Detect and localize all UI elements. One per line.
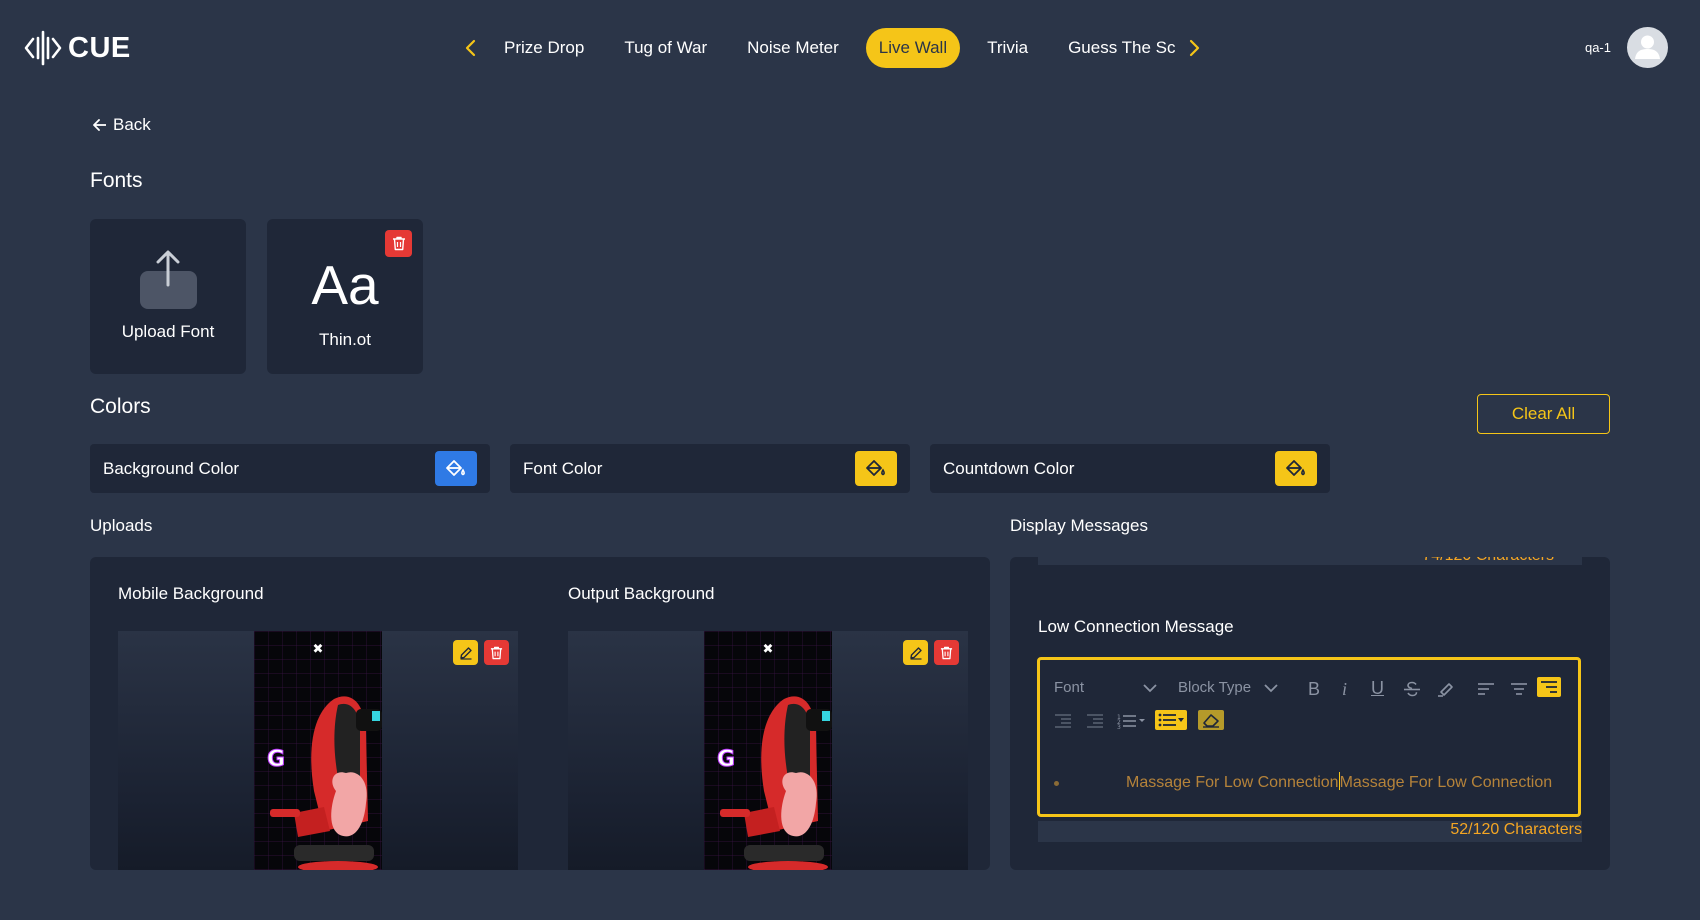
strikethrough-icon[interactable] bbox=[1403, 681, 1421, 697]
svg-text:✖: ✖ bbox=[313, 642, 324, 657]
nav-next-button[interactable] bbox=[1181, 35, 1207, 61]
paint-bucket-icon bbox=[866, 459, 885, 476]
trash-icon bbox=[490, 646, 503, 659]
tab-guess-the-sc[interactable]: Guess The Sc bbox=[1055, 28, 1181, 68]
align-right-icon bbox=[1541, 681, 1557, 693]
color-row-background: Background Color bbox=[90, 444, 490, 493]
background-image: ✖ G bbox=[254, 631, 382, 870]
outdent-icon[interactable] bbox=[1086, 714, 1104, 728]
output-background-label: Output Background bbox=[568, 584, 715, 603]
mobile-background-label: Mobile Background bbox=[118, 584, 264, 603]
svg-text:G: G bbox=[717, 747, 735, 772]
low-connection-message-text[interactable]: Massage For Low ConnectionMassage For Lo… bbox=[1126, 772, 1553, 792]
logo-text: CUE bbox=[68, 31, 131, 64]
tab-noise-meter[interactable]: Noise Meter bbox=[734, 28, 852, 68]
clear-all-button[interactable]: Clear All bbox=[1477, 394, 1610, 434]
pencil-icon bbox=[459, 646, 472, 660]
low-connection-editor[interactable]: Font Block Type B i U 123 Massage For Lo… bbox=[1037, 657, 1581, 817]
previous-field-edge: 74/120 Characters bbox=[1038, 557, 1582, 565]
align-center-icon[interactable] bbox=[1510, 682, 1528, 696]
align-left-icon[interactable] bbox=[1477, 682, 1495, 696]
font-color-picker-button[interactable] bbox=[855, 451, 897, 486]
paint-bucket-icon bbox=[1286, 459, 1305, 476]
fonts-title: Fonts bbox=[90, 169, 143, 192]
gaming-chair-image: ✖ G bbox=[254, 631, 382, 870]
ordered-list-icon[interactable]: 123 bbox=[1117, 713, 1147, 729]
svg-text:G: G bbox=[267, 747, 285, 772]
delete-font-button[interactable] bbox=[385, 230, 412, 257]
game-nav: Prize Drop Tug of War Noise Meter Live W… bbox=[458, 27, 1207, 69]
tab-live-wall[interactable]: Live Wall bbox=[865, 28, 961, 68]
message-text-before-caret: Massage For Low Connection bbox=[1126, 774, 1339, 791]
font-preview: Aa bbox=[311, 254, 379, 316]
block-type-select[interactable]: Block Type bbox=[1178, 679, 1251, 696]
align-right-button[interactable] bbox=[1537, 677, 1561, 697]
svg-text:3: 3 bbox=[1117, 724, 1121, 729]
tab-trivia[interactable]: Trivia bbox=[974, 28, 1041, 68]
indent-icon[interactable] bbox=[1054, 714, 1072, 728]
back-link[interactable]: Back bbox=[92, 115, 151, 135]
color-label: Font Color bbox=[523, 459, 603, 478]
user-avatar-icon bbox=[1635, 35, 1660, 59]
arrow-left-icon bbox=[93, 119, 106, 131]
message-text-after-caret: Massage For Low Connection bbox=[1339, 774, 1553, 791]
paint-bucket-icon bbox=[446, 459, 465, 476]
edit-mobile-background-button[interactable] bbox=[453, 640, 478, 665]
upload-font-label: Upload Font bbox=[121, 322, 215, 341]
background-image: ✖ G bbox=[704, 631, 832, 870]
color-label: Background Color bbox=[103, 459, 240, 478]
italic-button[interactable]: i bbox=[1342, 679, 1347, 700]
font-name: Thin.ot bbox=[319, 330, 371, 349]
highlighter-icon[interactable] bbox=[1437, 681, 1455, 697]
chevron-down-icon bbox=[1264, 684, 1278, 693]
upload-icon bbox=[156, 250, 180, 287]
trash-icon bbox=[940, 646, 953, 659]
mobile-background-preview: ✖ G bbox=[118, 631, 518, 870]
chevron-right-icon bbox=[1190, 39, 1200, 57]
underline-button[interactable]: U bbox=[1371, 678, 1384, 699]
chevron-left-icon bbox=[465, 39, 476, 57]
cue-logo[interactable]: CUE bbox=[24, 30, 131, 66]
waveform-logo-icon bbox=[24, 30, 62, 66]
back-label: Back bbox=[113, 115, 151, 134]
user-menu[interactable]: qa-1 bbox=[1585, 27, 1668, 68]
delete-output-background-button[interactable] bbox=[934, 640, 959, 665]
uploads-panel: Mobile Background Output Background ✖ G bbox=[90, 557, 990, 870]
unordered-list-button[interactable] bbox=[1155, 710, 1187, 730]
colors-title: Colors bbox=[90, 395, 151, 418]
delete-mobile-background-button[interactable] bbox=[484, 640, 509, 665]
display-messages-panel: 74/120 Characters Low Connection Message… bbox=[1010, 557, 1610, 870]
output-background-preview: ✖ G bbox=[568, 631, 968, 870]
user-name: qa-1 bbox=[1584, 40, 1611, 55]
top-header: CUE Prize Drop Tug of War Noise Meter Li… bbox=[0, 0, 1700, 96]
list-bullet bbox=[1054, 781, 1059, 786]
clear-format-button[interactable] bbox=[1198, 710, 1224, 730]
avatar[interactable] bbox=[1627, 27, 1668, 68]
background-color-picker-button[interactable] bbox=[435, 451, 477, 486]
bold-button[interactable]: B bbox=[1308, 679, 1320, 700]
gaming-chair-image: ✖ G bbox=[704, 631, 832, 870]
color-row-countdown: Countdown Color bbox=[930, 444, 1330, 493]
tab-prize-drop[interactable]: Prize Drop bbox=[491, 28, 597, 68]
previous-char-count: 74/120 Characters bbox=[1422, 557, 1554, 565]
trash-icon bbox=[392, 236, 405, 251]
edit-output-background-button[interactable] bbox=[903, 640, 928, 665]
bullet-list-icon bbox=[1158, 713, 1184, 727]
eraser-icon bbox=[1203, 714, 1219, 728]
display-messages-title: Display Messages bbox=[1010, 516, 1148, 535]
nav-prev-button[interactable] bbox=[458, 35, 484, 61]
color-label: Countdown Color bbox=[943, 459, 1075, 478]
tab-tug-of-war[interactable]: Tug of War bbox=[611, 28, 720, 68]
low-connection-label: Low Connection Message bbox=[1038, 617, 1234, 636]
char-count: 52/120 Characters bbox=[1038, 821, 1582, 842]
font-select[interactable]: Font bbox=[1054, 679, 1084, 696]
uploads-title: Uploads bbox=[90, 516, 153, 535]
svg-text:✖: ✖ bbox=[763, 642, 774, 657]
countdown-color-picker-button[interactable] bbox=[1275, 451, 1317, 486]
pencil-icon bbox=[909, 646, 922, 660]
color-row-font: Font Color bbox=[510, 444, 910, 493]
font-card-thin[interactable]: Aa Thin.ot bbox=[267, 219, 423, 374]
upload-font-card[interactable]: Upload Font bbox=[90, 219, 246, 374]
chevron-down-icon bbox=[1143, 684, 1157, 693]
